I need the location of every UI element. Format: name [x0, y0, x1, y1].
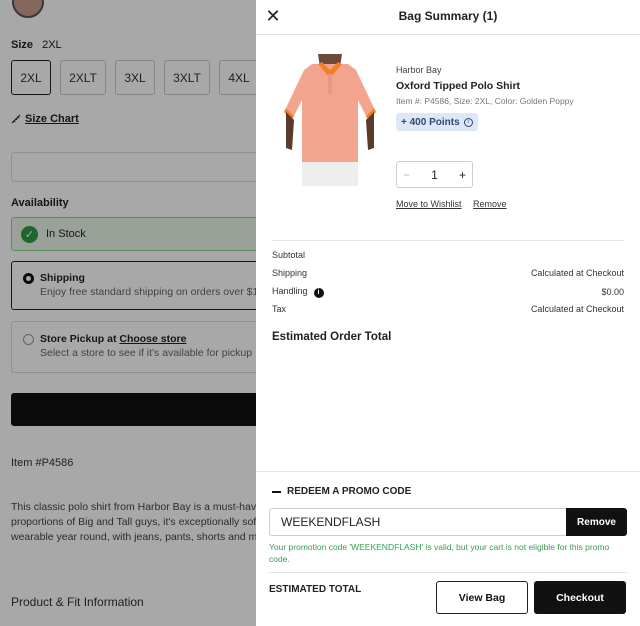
- estimated-order-total-label: Estimated Order Total: [272, 331, 392, 343]
- divider: [269, 572, 627, 573]
- shipping-value: Calculated at Checkout: [530, 268, 624, 278]
- product-image[interactable]: [282, 50, 378, 186]
- points-badge: + 400 Points i: [396, 113, 478, 131]
- divider: [256, 34, 640, 35]
- view-bag-button[interactable]: View Bag: [436, 581, 528, 614]
- drawer-title: Bag Summary (1): [398, 9, 498, 23]
- points-label: + 400 Points: [401, 116, 460, 128]
- handling-row: Handling i $0.00: [272, 286, 624, 298]
- divider: [272, 240, 624, 241]
- promo-heading: REDEEM A PROMO CODE: [287, 486, 412, 497]
- promo-status-message: Your promotion code 'WEEKENDFLASH' is va…: [269, 542, 610, 564]
- subtotal-label: Subtotal: [272, 250, 306, 260]
- item-actions: Move to Wishlist Remove: [396, 199, 516, 209]
- tax-label: Tax: [272, 304, 287, 314]
- increment-button[interactable]: +: [459, 168, 466, 182]
- remove-promo-button[interactable]: Remove: [566, 508, 627, 536]
- bag-summary-drawer: ✕ Bag Summary (1) Harbor Bay Oxford Tipp…: [256, 0, 640, 626]
- tax-value: Calculated at Checkout: [530, 304, 624, 314]
- quantity-stepper: − 1 +: [396, 161, 473, 188]
- decrement-button[interactable]: −: [403, 168, 410, 182]
- info-icon[interactable]: i: [313, 287, 324, 298]
- shipping-label: Shipping: [272, 268, 308, 278]
- product-name[interactable]: Oxford Tipped Polo Shirt: [396, 80, 520, 92]
- quantity-value: 1: [431, 167, 438, 182]
- estimated-total-label: ESTIMATED TOTAL: [269, 584, 362, 595]
- promo-accordion-toggle[interactable]: REDEEM A PROMO CODE: [272, 486, 411, 497]
- checkout-button[interactable]: Checkout: [534, 581, 626, 614]
- remove-item-link[interactable]: Remove: [473, 199, 507, 209]
- divider: [256, 471, 640, 472]
- info-icon[interactable]: i: [463, 117, 473, 127]
- promo-code-input[interactable]: [269, 508, 568, 536]
- handling-label: Handling: [272, 286, 308, 296]
- product-meta: Item #: P4586, Size: 2XL, Color: Golden …: [396, 96, 574, 106]
- subtotal-row: Subtotal: [272, 250, 624, 260]
- product-brand: Harbor Bay: [396, 65, 442, 75]
- collapse-icon: [272, 490, 281, 493]
- handling-value: $0.00: [601, 286, 624, 297]
- shipping-row: Shipping Calculated at Checkout: [272, 268, 624, 278]
- move-to-wishlist-link[interactable]: Move to Wishlist: [396, 199, 462, 209]
- tax-row: Tax Calculated at Checkout: [272, 304, 624, 314]
